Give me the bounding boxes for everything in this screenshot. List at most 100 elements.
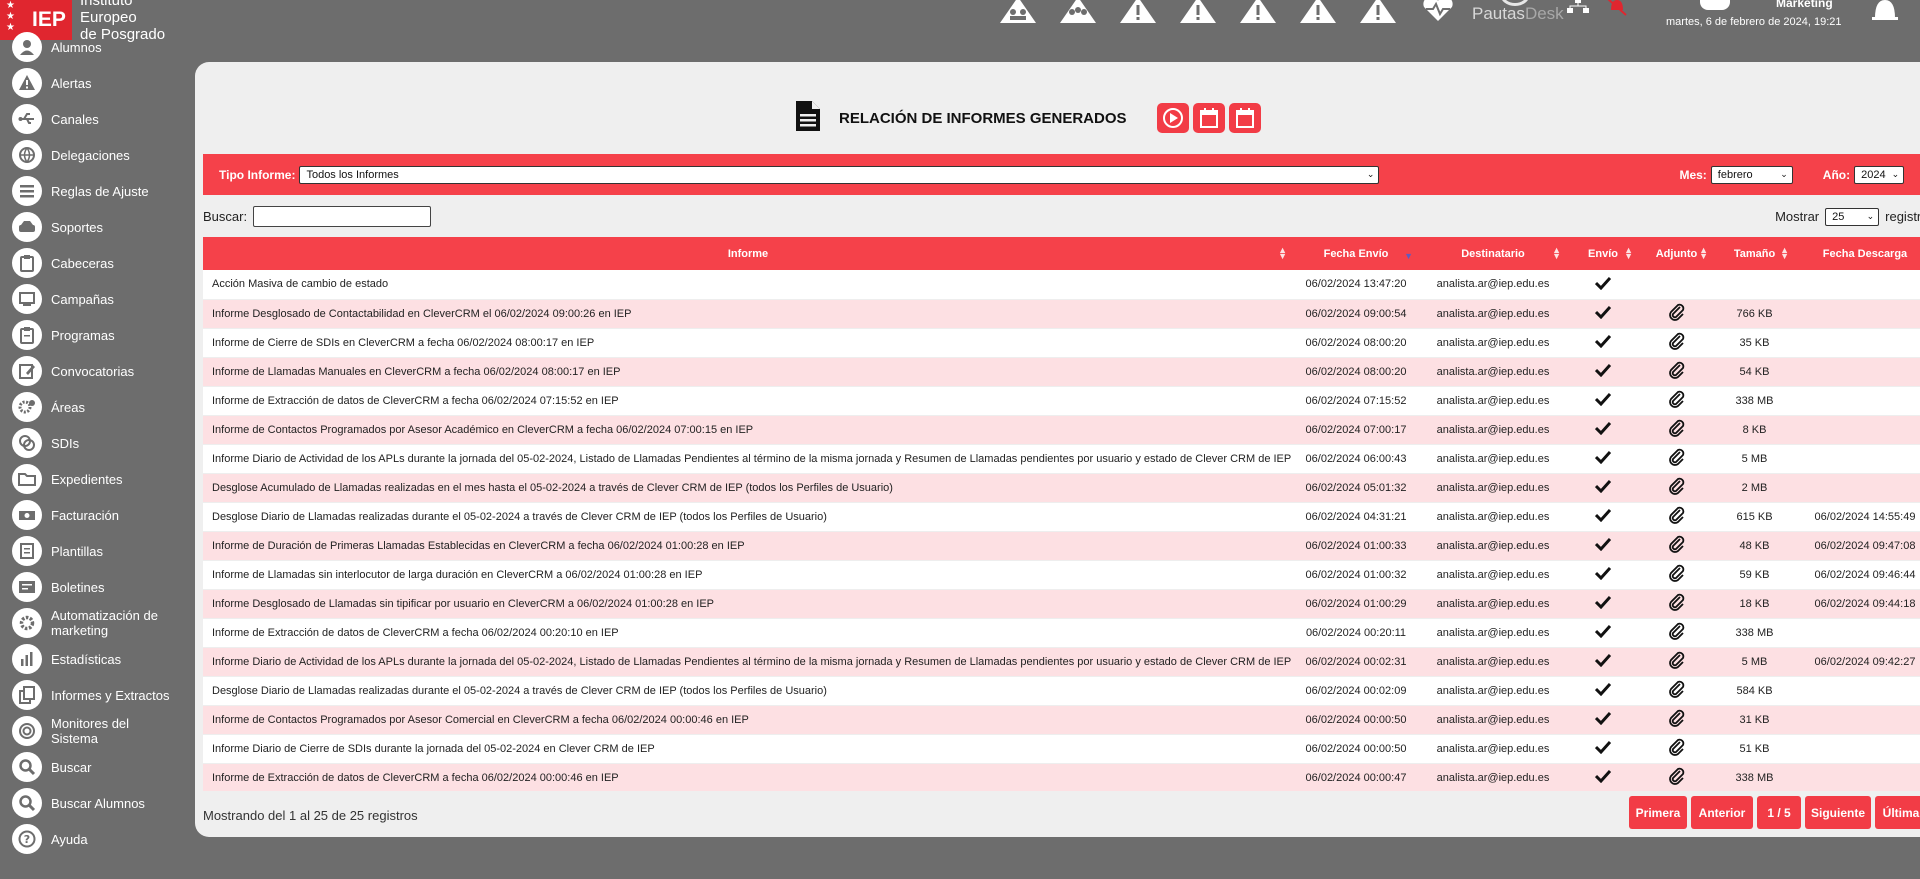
paperclip-icon[interactable] [1667,535,1687,557]
users-alert-icon-2[interactable] [1055,0,1101,26]
sidebar-item-informes[interactable]: Informes y Extractos [0,680,190,710]
page-first-button[interactable]: Primera [1629,796,1687,829]
cell-adjunto[interactable] [1639,676,1714,706]
paperclip-icon[interactable] [1667,767,1687,789]
paperclip-icon[interactable] [1667,622,1687,644]
calendar-button-1[interactable] [1192,103,1225,133]
table-row[interactable]: Informe de Llamadas Manuales en CleverCR… [203,357,1920,387]
cell-informe[interactable]: Desglose Diario de Llamadas realizadas d… [203,676,1293,706]
col-header-adjunto[interactable]: Adjunto ▲ ▼ [1639,237,1714,270]
paperclip-icon[interactable] [1667,680,1687,702]
cell-adjunto[interactable] [1639,763,1714,791]
cell-informe[interactable]: Informe Diario de Actividad de los APLs … [203,444,1293,474]
cell-informe[interactable]: Informe de Contactos Programados por Ase… [203,415,1293,445]
paperclip-icon[interactable] [1667,709,1687,731]
paperclip-icon[interactable] [1667,593,1687,615]
paperclip-icon[interactable] [1667,332,1687,354]
sidebar-item-soportes[interactable]: Soportes [0,212,190,242]
sidebar-item-ayuda[interactable]: ? Ayuda [0,824,190,854]
sidebar-item-buscar[interactable]: Buscar [0,752,190,782]
sidebar-item-buscar-alumnos[interactable]: Buscar Alumnos [0,788,190,818]
cell-adjunto[interactable] [1639,560,1714,590]
table-row[interactable]: Informe de Extracción de datos de Clever… [203,386,1920,416]
cell-adjunto[interactable] [1639,328,1714,358]
sidebar-item-estadisticas[interactable]: Estadísticas [0,644,190,674]
user-avatar[interactable] [1700,0,1730,10]
sidebar-item-canales[interactable]: Canales [0,104,190,134]
col-header-fecha-descarga[interactable]: Fecha Descarga▲▼ [1795,237,1920,270]
bell-icon[interactable] [1870,0,1900,26]
page-next-button[interactable]: Siguiente [1805,796,1871,829]
sidebar-item-convocatorias[interactable]: Convocatorias [0,356,190,386]
users-alert-icon[interactable] [995,0,1041,26]
cell-informe[interactable]: Informe de Llamadas Manuales en CleverCR… [203,357,1293,387]
cell-adjunto[interactable] [1639,502,1714,532]
cell-adjunto[interactable] [1639,589,1714,619]
cell-informe[interactable]: Informe Diario de Actividad de los APLs … [203,647,1293,677]
sidebar-item-alertas[interactable]: Alertas [0,68,190,98]
col-header-tamano[interactable]: Tamaño ▲ ▼ [1714,237,1795,270]
cell-adjunto[interactable] [1639,415,1714,445]
sidebar-item-alumnos[interactable]: Alumnos [0,32,190,62]
cell-adjunto[interactable] [1639,734,1714,764]
table-row[interactable]: Informe Desglosado de Llamadas sin tipif… [203,589,1920,619]
table-row[interactable]: Informe de Contactos Programados por Ase… [203,415,1920,445]
mes-select[interactable]: febrero ⌄ [1710,165,1793,184]
paperclip-icon[interactable] [1667,477,1687,499]
warning-icon-5[interactable] [1355,0,1401,26]
sidebar-item-plantillas[interactable]: Plantillas [0,536,190,566]
warning-icon-1[interactable] [1115,0,1161,26]
cell-adjunto[interactable] [1639,705,1714,735]
notifications-off-icon[interactable] [1606,0,1628,20]
warning-icon-4[interactable] [1295,0,1341,26]
cell-informe[interactable]: Informe Diario de Cierre de SDIs durante… [203,734,1293,764]
paperclip-icon[interactable] [1667,564,1687,586]
col-header-informe[interactable]: Informe ▲ ▼ [203,237,1293,270]
sidebar-item-delegaciones[interactable]: Delegaciones [0,140,190,170]
col-header-envio[interactable]: Envío ▲ ▼ [1567,237,1639,270]
cell-informe[interactable]: Informe de Extracción de datos de Clever… [203,386,1293,416]
table-row[interactable]: Informe Diario de Actividad de los APLs … [203,647,1920,677]
cell-adjunto[interactable] [1639,299,1714,329]
cell-informe[interactable]: Informe de Cierre de SDIs en CleverCRM a… [203,328,1293,358]
table-row[interactable]: Informe de Duración de Primeras Llamadas… [203,531,1920,561]
cell-informe[interactable]: Informe de Extracción de datos de Clever… [203,618,1293,648]
cell-adjunto[interactable] [1639,618,1714,648]
warning-icon-3[interactable] [1235,0,1281,26]
table-row[interactable]: Desglose Diario de Llamadas realizadas d… [203,502,1920,532]
cell-adjunto[interactable] [1639,647,1714,677]
cell-adjunto[interactable] [1639,444,1714,474]
table-row[interactable]: Acción Masiva de cambio de estado 06/02/2… [203,270,1920,300]
paperclip-icon[interactable] [1667,303,1687,325]
col-header-fecha-envio[interactable]: Fecha Envío ▼ [1293,237,1419,270]
cell-adjunto[interactable] [1639,386,1714,416]
cell-adjunto[interactable] [1639,531,1714,561]
cell-informe[interactable]: Desglose Acumulado de Llamadas realizada… [203,473,1293,503]
pautasdesk-link[interactable]: PautasDesk [1472,4,1564,24]
table-row[interactable]: Informe de Extracción de datos de Clever… [203,763,1920,791]
table-row[interactable]: Desglose Acumulado de Llamadas realizada… [203,473,1920,503]
page-length-select[interactable]: 25 ⌄ [1825,207,1880,226]
sidebar-item-facturacion[interactable]: Facturación [0,500,190,530]
sidebar-item-cabeceras[interactable]: Cabeceras [0,248,190,278]
table-row[interactable]: Informe Diario de Cierre de SDIs durante… [203,734,1920,764]
cell-informe[interactable]: Informe Desglosado de Contactabilidad en… [203,299,1293,329]
paperclip-icon[interactable] [1667,506,1687,528]
cell-informe[interactable]: Desglose Diario de Llamadas realizadas d… [203,502,1293,532]
sidebar-item-areas[interactable]: Áreas [0,392,190,422]
cell-adjunto[interactable] [1639,473,1714,503]
tipo-informe-select[interactable]: Todos los Informes ⌄ [299,165,1380,184]
anio-select[interactable]: 2024 ⌄ [1854,165,1905,184]
page-last-button[interactable]: Última [1875,796,1920,829]
user-role[interactable]: Marketing [1776,0,1833,10]
sidebar-item-sdis[interactable]: SDIs [0,428,190,458]
heartbeat-icon[interactable] [1415,0,1461,26]
network-icon[interactable] [1566,0,1590,18]
table-row[interactable]: Informe de Cierre de SDIs en CleverCRM a… [203,328,1920,358]
table-row[interactable]: Informe Diario de Actividad de los APLs … [203,444,1920,474]
cell-informe[interactable]: Informe Desglosado de Llamadas sin tipif… [203,589,1293,619]
paperclip-icon[interactable] [1667,448,1687,470]
paperclip-icon[interactable] [1667,651,1687,673]
calendar-button-2[interactable] [1228,103,1261,133]
paperclip-icon[interactable] [1667,738,1687,760]
